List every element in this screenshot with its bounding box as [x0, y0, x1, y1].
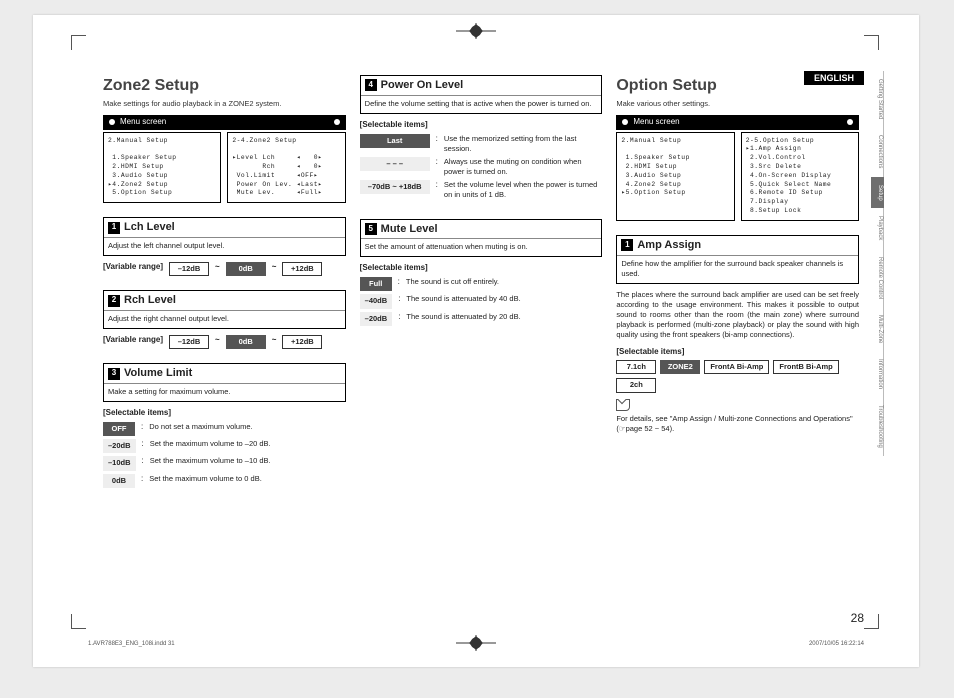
crop-mark — [864, 35, 879, 50]
range-min: –12dB — [169, 335, 209, 349]
option-key: –70dB ~ +18dB — [360, 180, 430, 194]
dot-icon — [334, 119, 340, 125]
menu-screen-label: Menu screen — [633, 117, 679, 128]
dot-icon — [847, 119, 853, 125]
footer-left: 1.AVR788E3_ENG_108i.indd 31 — [88, 641, 175, 647]
sidebar-item: Multi-Zone — [871, 307, 884, 351]
dot-icon — [622, 119, 628, 125]
section-number: 4 — [365, 79, 377, 91]
note-text: For details, see "Amp Assign / Multi-zon… — [616, 414, 859, 434]
section-title: Mute Level — [381, 222, 438, 237]
option-key: – – – — [360, 157, 430, 171]
section-number: 1 — [621, 239, 633, 251]
option-button: 7.1ch — [616, 360, 656, 374]
menu-screen-left: 2.Manual Setup 1.Speaker Setup 2.HDMI Se… — [103, 132, 221, 204]
range-max: +12dB — [282, 335, 322, 349]
option-button: 2ch — [616, 378, 656, 392]
crop-mark — [71, 614, 86, 629]
section-title: Rch Level — [124, 293, 176, 308]
items-label: [Selectable items] — [360, 263, 603, 274]
section-number: 1 — [108, 222, 120, 234]
page-number: 28 — [851, 611, 864, 625]
section-desc: Set the amount of attenuation when mutin… — [361, 239, 602, 252]
footer-right: 2007/10/05 16:22:14 — [809, 641, 864, 647]
option-desc: Set the maximum volume to 0 dB. — [149, 474, 345, 484]
sidebar-nav: Getting StartedConnectionsSetupPlaybackR… — [871, 71, 884, 456]
option-desc: Set the volume level when the power is t… — [444, 180, 602, 200]
range-default: 0dB — [226, 335, 266, 349]
subtitle: Make various other settings. — [616, 99, 859, 109]
items-label: [Selectable items] — [103, 408, 346, 419]
option-desc: The sound is cut off entirely. — [406, 277, 602, 287]
option-key: –40dB — [360, 294, 393, 308]
crop-mark — [71, 35, 86, 50]
option-key: 0dB — [103, 474, 135, 488]
range-max: +12dB — [282, 262, 322, 276]
body-paragraph: The places where the surround back ampli… — [616, 290, 859, 341]
items-label: [Selectable items] — [616, 347, 859, 358]
option-key: –10dB — [103, 456, 136, 470]
option-key: –20dB — [360, 312, 393, 326]
sidebar-item: Information — [871, 351, 884, 397]
page-title-zone2: Zone2 Setup — [103, 75, 346, 97]
option-desc: The sound is attenuated by 40 dB. — [406, 294, 602, 304]
option-desc: Use the memorized setting from the last … — [444, 134, 602, 154]
section-desc: Adjust the left channel output level. — [104, 238, 345, 251]
range-min: –12dB — [169, 262, 209, 276]
option-key: Full — [360, 277, 392, 291]
section-desc: Define the volume setting that is active… — [361, 96, 602, 109]
section-desc: Adjust the right channel output level. — [104, 311, 345, 324]
section-title: Volume Limit — [124, 366, 192, 381]
option-desc: The sound is attenuated by 20 dB. — [406, 312, 602, 322]
section-title: Amp Assign — [637, 238, 701, 253]
section-desc: Define how the amplifier for the surroun… — [617, 256, 858, 279]
section-number: 5 — [365, 223, 377, 235]
menu-screen-label: Menu screen — [120, 117, 166, 128]
sidebar-item: Troubleshooting — [871, 397, 884, 456]
crop-mark — [864, 614, 879, 629]
section-title: Power On Level — [381, 78, 464, 93]
section-number: 2 — [108, 295, 120, 307]
note-icon — [616, 399, 630, 411]
option-key: –20dB — [103, 439, 136, 453]
option-button: ZONE2 — [660, 360, 700, 374]
option-button: FrontB Bi-Amp — [773, 360, 838, 374]
section-number: 3 — [108, 368, 120, 380]
option-desc: Always use the muting on condition when … — [444, 157, 602, 177]
menu-screen-left: 2.Manual Setup 1.Speaker Setup 2.HDMI Se… — [616, 132, 734, 221]
option-key: Last — [360, 134, 430, 148]
page-title-option: Option Setup — [616, 75, 859, 97]
section-desc: Make a setting for maximum volume. — [104, 384, 345, 397]
subtitle: Make settings for audio playback in a ZO… — [103, 99, 346, 109]
menu-screen-header: Menu screen — [616, 115, 859, 130]
dot-icon — [109, 119, 115, 125]
option-button: FrontA Bi-Amp — [704, 360, 769, 374]
items-label: [Selectable items] — [360, 120, 603, 131]
sidebar-item: Playback — [871, 208, 884, 248]
menu-screen-right: 2-4.Zone2 Setup ▸Level Lch ◂ 0▸ Rch ◂ 0▸… — [227, 132, 345, 204]
range-default: 0dB — [226, 262, 266, 276]
menu-screen-header: Menu screen — [103, 115, 346, 130]
option-key: OFF — [103, 422, 135, 436]
sidebar-item: Setup — [871, 177, 884, 209]
option-desc: Set the maximum volume to –20 dB. — [150, 439, 346, 449]
section-title: Lch Level — [124, 220, 175, 235]
menu-screen-right: 2-5.Option Setup ▸1.Amp Assign 2.Vol.Con… — [741, 132, 859, 221]
sidebar-item: Connections — [871, 127, 884, 176]
registration-mark — [446, 23, 506, 39]
option-desc: Do not set a maximum volume. — [149, 422, 345, 432]
sidebar-item: Getting Started — [871, 71, 884, 127]
option-desc: Set the maximum volume to –10 dB. — [150, 456, 346, 466]
range-label: [Variable range] — [103, 335, 163, 346]
sidebar-item: Remote Control — [871, 249, 884, 307]
range-label: [Variable range] — [103, 262, 163, 273]
